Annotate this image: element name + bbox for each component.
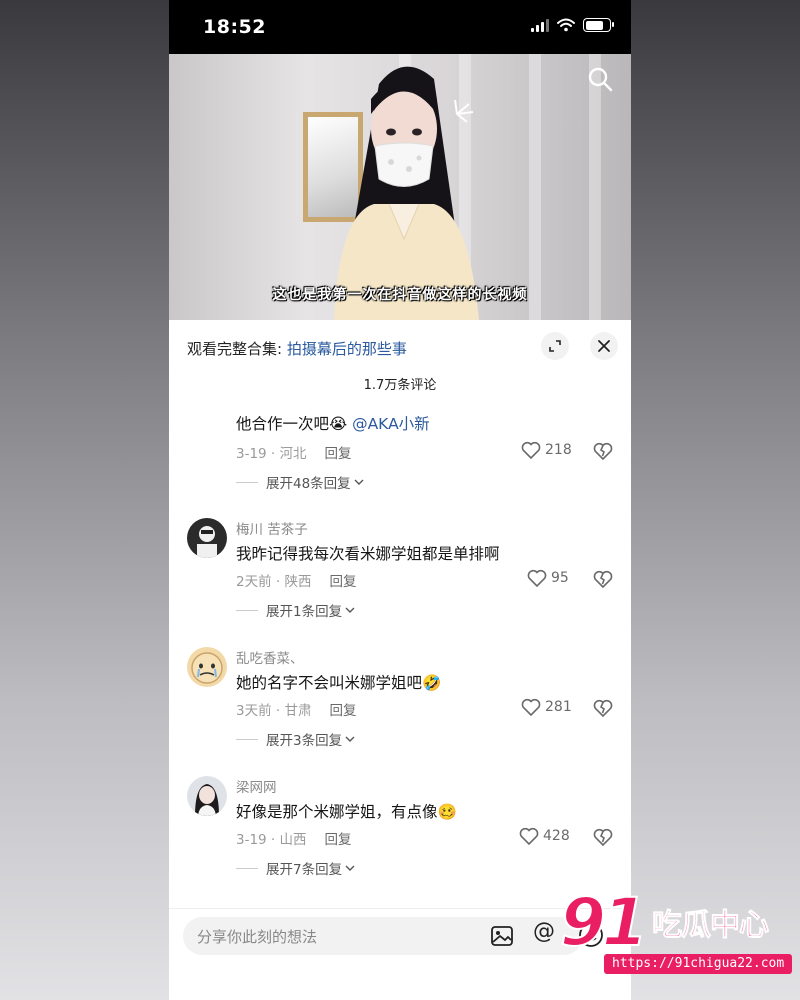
heart-icon bbox=[521, 441, 541, 459]
heart-icon bbox=[519, 827, 539, 845]
signal-icon bbox=[531, 18, 549, 32]
reply-button[interactable]: 回复 bbox=[325, 446, 352, 462]
emoji: 🤣 bbox=[422, 674, 442, 692]
reply-button[interactable]: 回复 bbox=[329, 703, 356, 719]
like-count: 281 bbox=[545, 699, 572, 715]
avatar[interactable] bbox=[187, 776, 227, 816]
status-bar: 18:52 bbox=[169, 0, 631, 54]
battery-fill bbox=[585, 20, 603, 30]
video-player[interactable]: 这也是我第一次在抖音做这样的长视频 bbox=[169, 54, 631, 320]
reply-button[interactable]: 回复 bbox=[325, 832, 352, 848]
search-icon[interactable] bbox=[587, 66, 613, 92]
expand-replies[interactable]: 展开48条回复 bbox=[236, 472, 364, 492]
broken-heart-icon[interactable] bbox=[593, 569, 613, 589]
like-button[interactable]: 428 bbox=[519, 827, 570, 845]
comment-username[interactable]: 梅川 苦茶子 bbox=[236, 518, 308, 538]
watermark-logo: 91 吃瓜中心 https://91chigua22.com bbox=[559, 884, 793, 978]
watermark-number: 91 bbox=[559, 884, 649, 961]
avatar[interactable] bbox=[187, 518, 227, 558]
expand-button[interactable] bbox=[541, 332, 569, 360]
mention-link[interactable]: @AKA小新 bbox=[352, 415, 430, 433]
video-caption: 这也是我第一次在抖音做这样的长视频 bbox=[272, 287, 528, 303]
comment-meta: 3天前 · 甘肃 回复 bbox=[236, 703, 357, 719]
like-count: 95 bbox=[551, 570, 569, 586]
emoji: 🥴 bbox=[437, 803, 457, 821]
comment-text: 我昨记得我每次看米娜学姐都是单排啊 bbox=[236, 545, 500, 563]
expand-replies[interactable]: 展开7条回复 bbox=[236, 858, 355, 878]
status-icons bbox=[531, 18, 614, 32]
status-time: 18:52 bbox=[203, 16, 266, 38]
broken-heart-icon[interactable] bbox=[593, 441, 613, 461]
broken-heart-icon[interactable] bbox=[593, 827, 613, 847]
wifi-icon bbox=[557, 18, 575, 32]
expand-replies[interactable]: 展开3条回复 bbox=[236, 729, 355, 749]
like-count: 218 bbox=[545, 442, 572, 458]
mention-button[interactable]: @ bbox=[533, 919, 555, 944]
comment-username[interactable]: 乱吃香菜、 bbox=[236, 647, 304, 667]
like-count: 428 bbox=[543, 828, 570, 844]
comment-text: 好像是那个米娜学姐，有点像🥴 bbox=[236, 803, 457, 821]
close-icon bbox=[598, 340, 610, 352]
close-button[interactable] bbox=[590, 332, 618, 360]
chevron-down-icon bbox=[354, 479, 364, 485]
avatar[interactable] bbox=[187, 647, 227, 687]
comment-text: 他合作一次吧😭 @AKA小新 bbox=[236, 415, 430, 433]
like-button[interactable]: 218 bbox=[521, 441, 572, 459]
battery-icon bbox=[583, 18, 614, 32]
image-icon[interactable] bbox=[489, 923, 515, 949]
like-button[interactable]: 281 bbox=[521, 698, 572, 716]
expand-replies[interactable]: 展开1条回复 bbox=[236, 600, 355, 620]
heart-icon bbox=[521, 698, 541, 716]
like-button[interactable]: 95 bbox=[527, 569, 569, 587]
video-person-image bbox=[334, 66, 479, 320]
comment-count: 1.7万条评论 bbox=[363, 378, 437, 393]
heart-icon bbox=[527, 569, 547, 587]
phone-screen: 18:52 这也是我第一次在抖音做这样的长视频 观看完整合集: 拍摄幕后的那些事… bbox=[169, 0, 631, 1000]
chevron-down-icon bbox=[345, 736, 355, 742]
chevron-down-icon bbox=[345, 607, 355, 613]
reply-button[interactable]: 回复 bbox=[329, 574, 356, 590]
comment-meta: 2天前 · 陕西 回复 bbox=[236, 574, 357, 590]
comment-meta: 3-19 · 山西 回复 bbox=[236, 832, 352, 848]
expand-icon bbox=[549, 340, 561, 352]
chevron-down-icon bbox=[345, 865, 355, 871]
broken-heart-icon[interactable] bbox=[593, 698, 613, 718]
comment-username[interactable]: 梁网网 bbox=[236, 776, 277, 796]
collection-row[interactable]: 观看完整合集: 拍摄幕后的那些事 bbox=[187, 338, 407, 359]
watermark-url: https://91chigua22.com bbox=[604, 954, 793, 974]
emoji: 😭 bbox=[329, 415, 348, 433]
collection-link[interactable]: 拍摄幕后的那些事 bbox=[287, 340, 407, 358]
collection-prefix: 观看完整合集: bbox=[187, 340, 283, 358]
watermark-brand: 吃瓜中心 bbox=[652, 908, 770, 944]
comment-meta: 3-19 · 河北 回复 bbox=[236, 446, 352, 462]
comment-text: 她的名字不会叫米娜学姐吧🤣 bbox=[236, 674, 442, 692]
comment-input[interactable]: 分享你此刻的想法 bbox=[183, 917, 583, 955]
